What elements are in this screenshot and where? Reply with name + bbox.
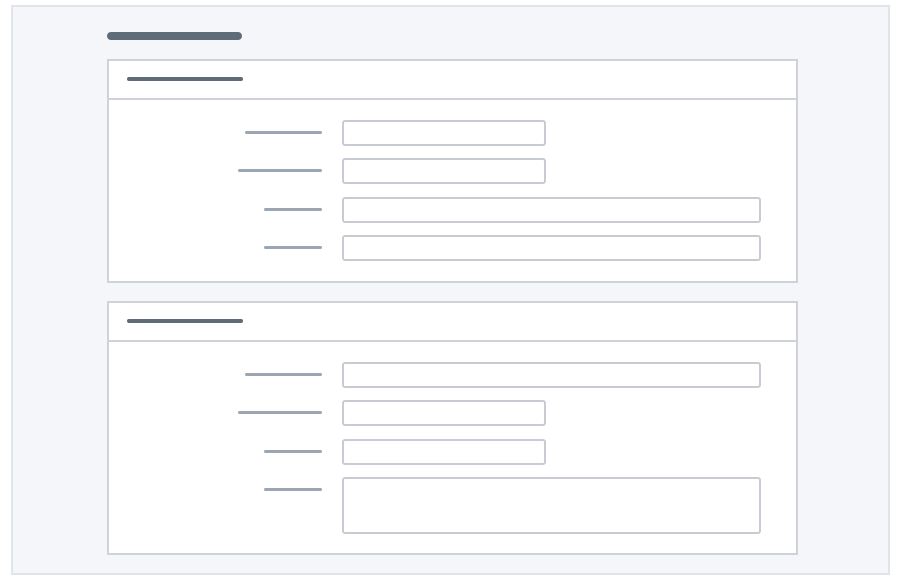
section-2-title bbox=[127, 319, 243, 323]
section-1-field-1-label bbox=[245, 131, 322, 134]
section-2-field-2-label bbox=[238, 411, 322, 414]
section-1-header bbox=[109, 61, 796, 100]
page-title bbox=[107, 32, 242, 40]
form-section-2 bbox=[107, 301, 798, 555]
section-1-title bbox=[127, 77, 243, 81]
section-1-field-1-input[interactable] bbox=[342, 120, 546, 146]
section-1-field-4-input[interactable] bbox=[342, 235, 761, 261]
section-2-field-1-label bbox=[245, 373, 322, 376]
section-2-field-2-input[interactable] bbox=[342, 400, 546, 426]
section-2-header bbox=[109, 303, 796, 342]
section-1-field-4-label bbox=[264, 246, 322, 249]
form-section-1 bbox=[107, 59, 798, 283]
section-1-field-3-input[interactable] bbox=[342, 197, 761, 223]
section-2-field-3-label bbox=[264, 450, 322, 453]
section-2-field-3-input[interactable] bbox=[342, 439, 546, 465]
section-2-field-4-textarea[interactable] bbox=[342, 477, 761, 534]
section-1-field-3-label bbox=[264, 208, 322, 211]
section-2-field-1-input[interactable] bbox=[342, 362, 761, 388]
section-1-field-2-label bbox=[238, 169, 322, 172]
section-2-field-4-label bbox=[264, 488, 322, 491]
section-1-field-2-input[interactable] bbox=[342, 158, 546, 184]
